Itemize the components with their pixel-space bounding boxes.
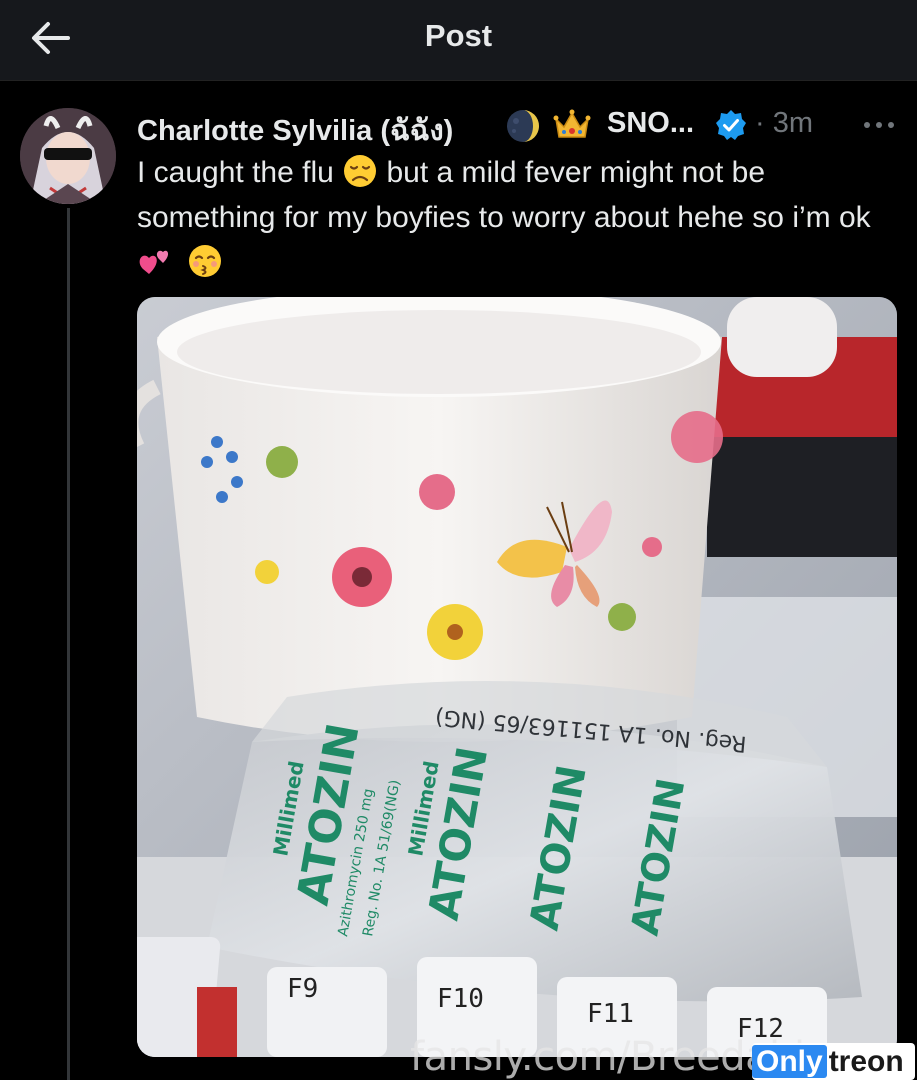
post-media-image[interactable]: ATOZIN ATOZIN ATOZIN ATOZIN Millimed Mil…	[137, 297, 897, 1057]
photo-mug-and-medicine: ATOZIN ATOZIN ATOZIN ATOZIN Millimed Mil…	[137, 297, 897, 1057]
watermark-logo: Only treon	[752, 1043, 915, 1080]
two-hearts-icon	[139, 250, 169, 275]
watermark-logo-part-1: Only	[752, 1045, 827, 1078]
page-title: Post	[424, 18, 493, 53]
post-header: Charlotte Sylvilia (ฉัฉัง) SNO... · 3m	[137, 103, 897, 147]
moon-icon	[507, 110, 539, 142]
author-name-suffix: SNO...	[607, 107, 695, 139]
key-f9: F9	[287, 974, 318, 1004]
author-avatar[interactable]	[20, 108, 116, 204]
post-timestamp[interactable]: · 3m	[755, 107, 813, 140]
verified-badge-icon	[716, 110, 746, 140]
author-name[interactable]: Charlotte Sylvilia (ฉัฉัง)	[137, 107, 453, 153]
key-f10: F10	[437, 984, 484, 1014]
disappointed-face-icon	[344, 155, 377, 188]
top-bar: Post	[0, 0, 917, 81]
post-text-part-1: I caught the flu	[137, 156, 343, 189]
avatar-image	[20, 108, 116, 204]
kissing-face-icon	[189, 245, 221, 278]
key-f11: F11	[587, 999, 634, 1029]
post-page: Post Charlotte Sylvilia (ฉัฉัง) SNO... ·…	[0, 0, 917, 1080]
watermark-logo-part-2: treon	[828, 1045, 904, 1078]
crown-icon	[553, 109, 591, 138]
thread-line	[67, 208, 70, 1080]
post-text: I caught the flu but a mild fever might …	[137, 150, 897, 285]
more-options-icon[interactable]	[861, 113, 897, 137]
